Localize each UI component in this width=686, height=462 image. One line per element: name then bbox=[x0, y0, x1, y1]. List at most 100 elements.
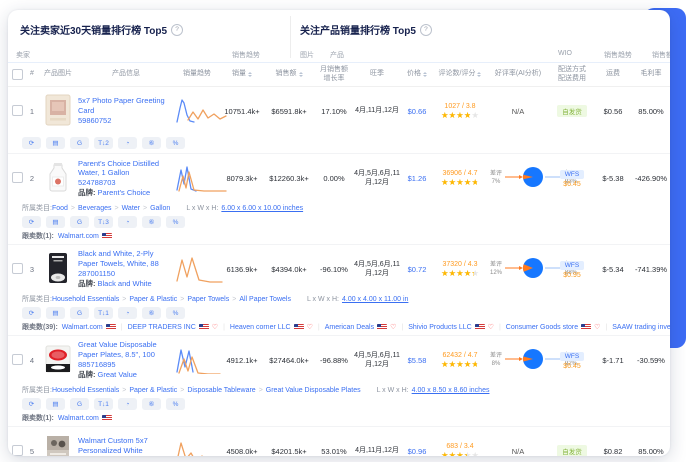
brand-label: 品牌: bbox=[78, 279, 96, 288]
favorite-icon[interactable]: ♡ bbox=[488, 323, 494, 331]
col-header-sales[interactable]: 销量 bbox=[220, 70, 264, 78]
product-id-link[interactable]: 287001150 bbox=[78, 269, 115, 278]
mini-label-wio: WIO bbox=[558, 50, 572, 57]
freight-value: $-5.34 bbox=[602, 264, 624, 274]
favorite-icon[interactable]: ♡ bbox=[307, 323, 313, 331]
seller-link[interactable]: Consumer Goods store bbox=[506, 324, 578, 331]
action-chip[interactable]: ▤ bbox=[46, 307, 65, 319]
action-chip[interactable]: ▤ bbox=[46, 398, 65, 410]
seller-link[interactable]: Shivio Products LLC bbox=[408, 324, 471, 331]
dims-value[interactable]: 4.00 x 4.00 x 11.00 in bbox=[342, 296, 408, 303]
action-chip[interactable]: ⑥ bbox=[142, 398, 161, 410]
category-link[interactable]: Food bbox=[52, 205, 68, 212]
category-link[interactable]: All Paper Towels bbox=[239, 296, 291, 303]
action-chip[interactable]: ⑥ bbox=[142, 307, 161, 319]
row-checkbox[interactable] bbox=[11, 262, 23, 274]
action-chip[interactable]: ⟳ bbox=[22, 398, 41, 410]
action-chip[interactable]: T↓1 bbox=[94, 307, 113, 319]
action-chip[interactable]: ▤ bbox=[46, 216, 65, 228]
product-id-link[interactable]: 524788703 bbox=[78, 178, 116, 187]
col-header-trend: 销量趋势 bbox=[183, 70, 211, 78]
category-link[interactable]: Great Value Disposable Plates bbox=[266, 387, 361, 394]
seller-link[interactable]: Walmart.com bbox=[58, 415, 99, 422]
action-chip[interactable]: G bbox=[70, 398, 89, 410]
category-link[interactable]: Household Essentials bbox=[52, 387, 119, 394]
help-icon[interactable]: ? bbox=[171, 23, 184, 36]
category-link[interactable]: Gallon bbox=[150, 205, 170, 212]
brand-link[interactable]: Parent's Choice bbox=[98, 188, 151, 197]
action-chip[interactable]: ⟳ bbox=[22, 307, 41, 319]
select-all-checkbox[interactable] bbox=[11, 69, 23, 80]
seller-link[interactable]: Walmart.com bbox=[62, 324, 103, 331]
favorite-icon[interactable]: ♡ bbox=[594, 323, 600, 331]
help-icon[interactable]: ? bbox=[419, 23, 432, 36]
product-image[interactable] bbox=[41, 253, 75, 287]
category-link[interactable]: Household Essentials bbox=[52, 296, 119, 303]
sort-icon[interactable] bbox=[248, 71, 252, 77]
trend-sparkline bbox=[174, 344, 221, 376]
seller-link[interactable]: SAAW trading investments llc bbox=[612, 324, 670, 331]
dims-value[interactable]: 6.00 x 6.00 x 10.00 inches bbox=[221, 205, 303, 212]
action-chip[interactable]: G bbox=[70, 137, 89, 149]
action-chip[interactable]: ◔ bbox=[118, 307, 137, 319]
product-title-link[interactable]: Parent's Choice Distilled Water, 1 Gallo… bbox=[78, 159, 174, 179]
sort-icon[interactable] bbox=[477, 71, 482, 77]
product-image[interactable] bbox=[41, 163, 75, 196]
action-chip[interactable]: G bbox=[70, 216, 89, 228]
row-checkbox[interactable] bbox=[11, 444, 23, 456]
product-image[interactable] bbox=[41, 94, 75, 129]
category-link[interactable]: Paper & Plastic bbox=[129, 296, 177, 303]
seller-link[interactable]: American Deals bbox=[325, 324, 374, 331]
seller-link[interactable]: Walmart.com bbox=[58, 233, 99, 240]
brand-link[interactable]: Black and White bbox=[98, 279, 152, 288]
dims-value[interactable]: 4.00 x 8.50 x 8.60 inches bbox=[412, 387, 490, 394]
action-chip[interactable]: % bbox=[166, 137, 185, 149]
category-link[interactable]: Paper Towels bbox=[187, 296, 229, 303]
sort-icon[interactable] bbox=[423, 71, 427, 77]
favorite-icon[interactable]: ♡ bbox=[390, 323, 396, 331]
action-chip[interactable]: ⟳ bbox=[22, 137, 41, 149]
product-image[interactable] bbox=[41, 345, 75, 378]
category-link[interactable]: Water bbox=[122, 205, 140, 212]
brand-link[interactable]: Great Value bbox=[98, 370, 137, 379]
row-checkbox[interactable] bbox=[11, 171, 23, 183]
action-chip[interactable]: % bbox=[166, 398, 185, 410]
col-header-reviews[interactable]: 评论数/评分 bbox=[434, 70, 486, 78]
freight-value: $0.56 bbox=[603, 106, 623, 116]
category-link[interactable]: Beverages bbox=[78, 205, 111, 212]
action-chip[interactable]: T↓3 bbox=[94, 216, 113, 228]
action-chip[interactable]: % bbox=[166, 216, 185, 228]
product-id-link[interactable]: 885716895 bbox=[78, 360, 116, 369]
seller-link[interactable]: Heaven corner LLC bbox=[230, 324, 291, 331]
row-checkbox[interactable] bbox=[11, 104, 23, 116]
action-chip[interactable]: ⑥ bbox=[142, 216, 161, 228]
action-chip[interactable]: ◔ bbox=[118, 216, 137, 228]
col-header-revenue[interactable]: 销售额 bbox=[264, 70, 314, 78]
category-link[interactable]: Paper & Plastic bbox=[129, 387, 177, 394]
action-chip[interactable]: ◔ bbox=[118, 137, 137, 149]
trend-sparkline bbox=[174, 253, 223, 285]
action-chip[interactable]: T↓1 bbox=[94, 398, 113, 410]
favorite-icon[interactable]: ♡ bbox=[212, 323, 218, 331]
shipping-fee: $6.45 bbox=[563, 362, 581, 370]
flag-us-icon bbox=[293, 324, 304, 330]
product-id-link[interactable]: 59860752 bbox=[78, 116, 111, 125]
action-chip[interactable]: ◔ bbox=[118, 398, 137, 410]
category-link[interactable]: Disposable Tableware bbox=[187, 387, 255, 394]
action-chip[interactable]: G bbox=[70, 307, 89, 319]
row-checkbox[interactable] bbox=[11, 353, 23, 365]
sort-icon[interactable] bbox=[298, 71, 303, 77]
action-chip[interactable]: ⑥ bbox=[142, 137, 161, 149]
action-chip[interactable]: % bbox=[166, 307, 185, 319]
col-header-price[interactable]: 价格 bbox=[400, 70, 434, 78]
trend-sparkline bbox=[174, 435, 220, 456]
seller-link[interactable]: DEEP TRADERS INC bbox=[128, 324, 196, 331]
product-title-link[interactable]: Black and White, 2-Ply Paper Towels, Whi… bbox=[78, 249, 174, 269]
table-header-row: # 产品图片 产品信息 销量趋势 销量 销售额 月销售额 增长率 旺季 价格 评论… bbox=[8, 62, 670, 87]
action-chip[interactable]: ▤ bbox=[46, 137, 65, 149]
product-title-link[interactable]: Walmart Custom 5x7 Personalized White Re… bbox=[78, 436, 174, 456]
action-chip[interactable]: T↓2 bbox=[94, 137, 113, 149]
action-chip[interactable]: ⟳ bbox=[22, 216, 41, 228]
product-title-link[interactable]: Great Value Disposable Paper Plates, 8.5… bbox=[78, 340, 174, 360]
product-title-link[interactable]: 5x7 Photo Paper Greeting Card bbox=[78, 96, 174, 116]
